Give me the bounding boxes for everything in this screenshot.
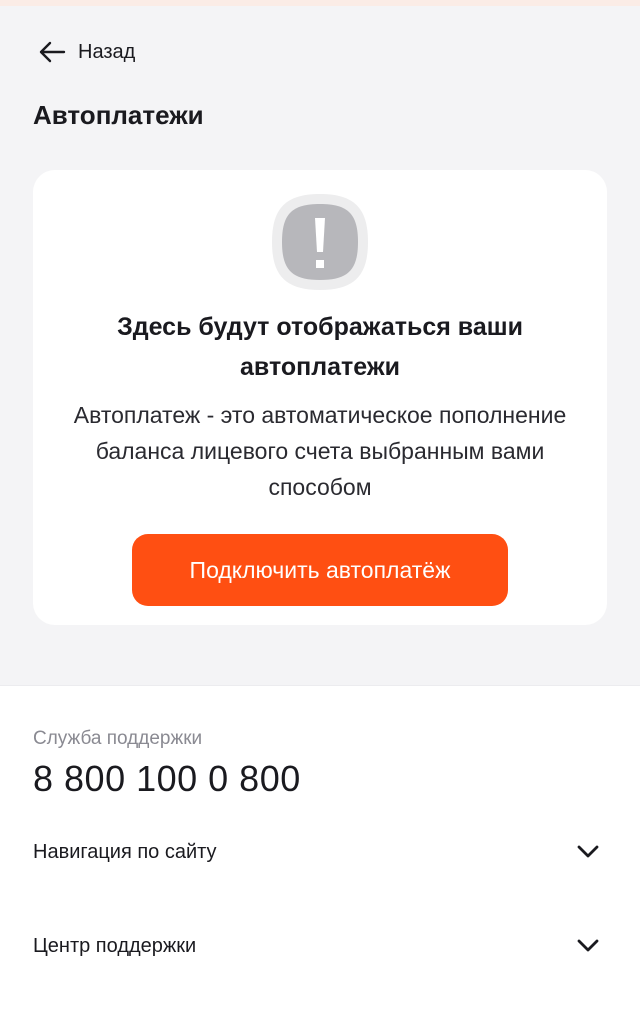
empty-state-title: Здесь будут отображаться ваши автоплатеж…: [117, 313, 523, 381]
support-label: Служба поддержки: [33, 728, 203, 749]
arrow-left-icon: [38, 40, 66, 64]
page-title: Автоплатежи: [33, 100, 204, 130]
back-label: Назад: [78, 40, 136, 63]
accordion-label: Центр поддержки: [33, 934, 197, 957]
empty-state-description: Автоплатеж - это автоматическое пополнен…: [73, 402, 567, 500]
support-phone[interactable]: 8 800 100 0 800: [33, 758, 301, 800]
top-strip: [0, 0, 640, 6]
connect-autopayment-button[interactable]: Подключить автоплатёж: [132, 534, 508, 606]
footer: Служба поддержки 8 800 100 0 800 Навигац…: [0, 686, 640, 1012]
warning-icon: [268, 190, 372, 294]
chevron-down-icon: [577, 845, 607, 859]
chevron-down-icon: [577, 939, 607, 953]
accordion-site-navigation[interactable]: Навигация по сайту: [33, 832, 607, 872]
accordion-support-center[interactable]: Центр поддержки: [33, 926, 607, 966]
empty-state-card: Здесь будут отображаться ваши автоплатеж…: [33, 170, 607, 625]
accordion-label: Навигация по сайту: [33, 840, 217, 863]
main-area: Назад Автоплатежи Здесь будут отображать…: [0, 0, 640, 686]
back-link[interactable]: Назад: [38, 40, 135, 64]
